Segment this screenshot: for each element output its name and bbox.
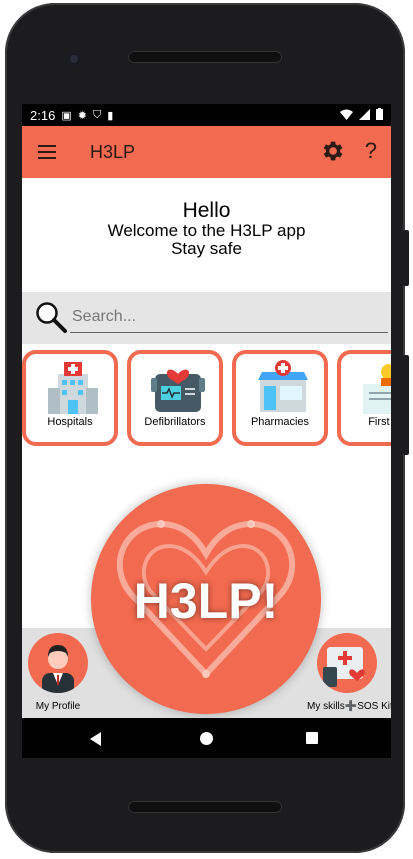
person-icon xyxy=(42,645,74,693)
greeting-hello: Hello xyxy=(182,199,231,222)
sos-kit-avatar xyxy=(317,633,377,693)
app-title: H3LP xyxy=(90,141,136,162)
my-profile-label: My Profile xyxy=(35,701,81,712)
category-first-aid[interactable]: First Ai xyxy=(337,350,391,446)
bottom-speaker xyxy=(128,801,282,813)
category-label: First Ai xyxy=(368,416,391,428)
help-icon[interactable]: ? xyxy=(365,138,377,164)
category-label: Pharmacies xyxy=(250,416,310,428)
back-icon[interactable] xyxy=(90,732,101,746)
wifi-icon xyxy=(340,109,353,120)
avatar xyxy=(28,633,88,693)
system-nav-bar xyxy=(22,718,391,758)
search-bar xyxy=(22,292,391,344)
logo-text: H3LP! xyxy=(133,573,279,629)
shield-notification-icon: ⛉ xyxy=(92,108,102,121)
medical-kit-icon xyxy=(323,647,365,687)
earpiece-speaker xyxy=(128,51,282,63)
h3lp-sos-button[interactable]: H3LP! xyxy=(91,484,321,714)
image-notification-icon: ▣ xyxy=(61,109,72,122)
category-hospitals[interactable]: Hospitals xyxy=(22,350,118,446)
recent-apps-icon[interactable] xyxy=(306,732,318,744)
status-bar: 2:16 ▣ ✹ ⛉ ▮ xyxy=(22,104,391,126)
my-profile-button[interactable]: My Profile xyxy=(28,628,88,718)
volume-button xyxy=(403,355,409,455)
front-camera xyxy=(67,52,81,66)
category-defibrillators[interactable]: Defibrillators xyxy=(127,350,223,446)
sdcard-notification-icon: ▮ xyxy=(107,109,114,122)
category-list: Hospitals Defibrillators Pharmacies Firs… xyxy=(22,350,391,450)
signal-icon xyxy=(359,108,370,120)
battery-icon xyxy=(376,108,383,120)
status-time: 2:16 xyxy=(30,107,56,123)
power-button xyxy=(403,230,409,286)
menu-icon[interactable] xyxy=(38,145,56,159)
home-icon[interactable] xyxy=(200,732,213,745)
hospital-icon xyxy=(48,362,98,414)
welcome-message: Hello Welcome to the H3LP app Stay safe xyxy=(22,200,391,258)
category-label: Hospitals xyxy=(47,416,93,428)
settings-notification-icon: ✹ xyxy=(77,109,87,122)
gear-icon[interactable] xyxy=(319,138,345,164)
category-label: Defibrillators xyxy=(144,416,206,428)
greeting-stay-safe: Stay safe xyxy=(171,239,242,258)
defibrillator-icon xyxy=(151,369,205,412)
screen: 2:16 ▣ ✹ ⛉ ▮ H3LP ? Hello Welcome to the… xyxy=(22,104,391,758)
pharmacy-icon xyxy=(258,360,308,412)
category-pharmacies[interactable]: Pharmacies xyxy=(232,350,328,446)
first-aid-icon xyxy=(363,364,391,414)
greeting-welcome: Welcome to the H3LP app xyxy=(107,221,306,240)
search-input[interactable] xyxy=(70,302,388,333)
app-bar: H3LP ? xyxy=(22,126,391,178)
search-icon[interactable] xyxy=(34,300,68,334)
